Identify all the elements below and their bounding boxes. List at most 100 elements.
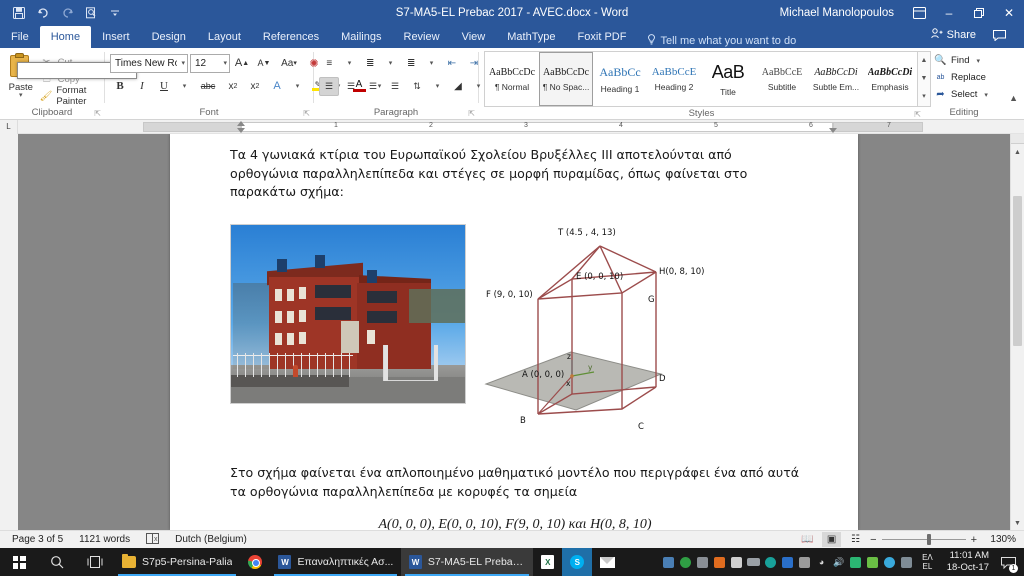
sync-icon[interactable] bbox=[847, 548, 864, 576]
scroll-up-arrow-icon[interactable]: ▲ bbox=[1011, 145, 1024, 159]
vertical-scrollbar[interactable]: ▲ ▼ bbox=[1010, 134, 1024, 530]
taskbar-item-mail[interactable] bbox=[592, 548, 623, 576]
chevron-down-icon[interactable]: ▾ bbox=[19, 92, 23, 99]
clipboard-dialog-launcher-icon[interactable]: ⇱ bbox=[94, 107, 101, 121]
paste-button[interactable]: Paste ▾ bbox=[5, 51, 137, 99]
style-subtitle[interactable]: AaBbCcE Subtitle bbox=[755, 52, 809, 106]
numbering-dropdown-icon[interactable]: ▾ bbox=[382, 54, 399, 73]
print-layout-icon[interactable]: ▣ bbox=[822, 532, 842, 547]
line-spacing-icon[interactable]: ⇅ bbox=[407, 77, 427, 96]
word-count-status[interactable]: 1121 words bbox=[71, 534, 138, 545]
tab-foxit-pdf[interactable]: Foxit PDF bbox=[567, 26, 638, 48]
multilevel-list-icon[interactable]: ≣ bbox=[401, 54, 421, 73]
account-name[interactable]: Michael Manolopoulos bbox=[780, 7, 894, 19]
document-paragraph-2[interactable]: Στο σχήμα φαίνεται ένα απλοποιημένο μαθη… bbox=[230, 464, 800, 501]
scroll-down-arrow-icon[interactable]: ▼ bbox=[1011, 516, 1024, 530]
decrease-indent-icon[interactable]: ⇤ bbox=[442, 54, 462, 73]
zoom-track[interactable] bbox=[881, 534, 966, 545]
taskbar-item-folder[interactable]: S7p5-Persina-Palia bbox=[114, 548, 240, 576]
network-icon[interactable] bbox=[898, 548, 915, 576]
tab-layout[interactable]: Layout bbox=[197, 26, 252, 48]
display-icon[interactable] bbox=[694, 548, 711, 576]
document-page[interactable]: Τα 4 γωνιακά κτίρια του Ευρωπαϊκού Σχολε… bbox=[170, 134, 858, 530]
align-left-icon[interactable]: ☰ bbox=[319, 76, 339, 96]
print-preview-icon[interactable] bbox=[80, 3, 102, 23]
share-button[interactable]: Share bbox=[930, 28, 976, 42]
ribbon-display-options-icon[interactable] bbox=[904, 0, 934, 26]
tab-file[interactable]: File bbox=[0, 26, 40, 48]
replace-button[interactable]: ab Replace bbox=[930, 69, 990, 86]
task-view-icon[interactable] bbox=[76, 548, 114, 576]
zoom-percentage[interactable]: 130% bbox=[982, 534, 1016, 545]
chevron-down-icon[interactable]: ▾ bbox=[976, 57, 980, 65]
dropbox-icon[interactable] bbox=[779, 548, 796, 576]
volume-icon[interactable]: 🔊 bbox=[830, 548, 847, 576]
action-center-icon[interactable]: 1 bbox=[996, 548, 1020, 576]
font-name-box[interactable]: Times New Ro ▾ bbox=[110, 53, 188, 73]
underline-icon[interactable]: U bbox=[154, 77, 174, 96]
superscript-icon[interactable]: x2 bbox=[245, 77, 265, 96]
underline-dropdown-icon[interactable]: ▾ bbox=[176, 77, 193, 96]
zoom-slider[interactable]: − + bbox=[870, 534, 977, 546]
horizontal-ruler[interactable]: 1 2 3 4 5 6 7 bbox=[23, 120, 1016, 133]
align-center-icon[interactable]: ☰ bbox=[341, 77, 361, 96]
select-button[interactable]: ➦ Select ▾ bbox=[930, 86, 992, 103]
font-dialog-launcher-icon[interactable]: ⇱ bbox=[303, 107, 310, 121]
wifi-icon[interactable]: ◕ bbox=[813, 548, 830, 576]
proofing-errors-icon[interactable]: x bbox=[138, 532, 167, 547]
bold-icon[interactable]: B bbox=[110, 77, 130, 96]
network-monitor-icon[interactable] bbox=[660, 548, 677, 576]
style-subtle-emphasis[interactable]: AaBbCcDі Subtle Em... bbox=[809, 52, 863, 106]
style-heading-2[interactable]: AaBbCcE Heading 2 bbox=[647, 52, 701, 106]
page-number-status[interactable]: Page 3 of 5 bbox=[4, 534, 71, 545]
zoom-in-button[interactable]: + bbox=[971, 534, 977, 546]
search-icon[interactable] bbox=[38, 548, 76, 576]
subscript-icon[interactable]: x2 bbox=[223, 77, 243, 96]
line-spacing-dropdown-icon[interactable]: ▾ bbox=[429, 77, 446, 96]
undo-icon[interactable] bbox=[32, 3, 54, 23]
read-mode-icon[interactable]: 📖 bbox=[798, 532, 817, 547]
first-line-indent-marker[interactable] bbox=[237, 120, 245, 126]
evernote-icon[interactable] bbox=[864, 548, 881, 576]
style-normal[interactable]: AaBbCcDc ¶ Normal bbox=[485, 52, 539, 106]
tab-references[interactable]: References bbox=[252, 26, 330, 48]
grow-font-icon[interactable]: A ▲ bbox=[232, 54, 252, 73]
style-title[interactable]: AaB Title bbox=[701, 52, 755, 106]
taskbar-item-chrome[interactable] bbox=[240, 548, 270, 576]
battery-small-icon[interactable] bbox=[745, 548, 762, 576]
language-status[interactable]: Dutch (Belgium) bbox=[167, 534, 255, 545]
chevron-down-icon[interactable]: ▾ bbox=[221, 59, 227, 67]
style-no-spacing[interactable]: AaBbCcDc ¶ No Spac... bbox=[539, 52, 593, 106]
taskbar-item-word-2[interactable]: W S7-MA5-EL Prebac ... bbox=[401, 548, 534, 576]
tell-me-box[interactable]: Tell me what you want to do bbox=[637, 34, 806, 48]
usb-icon[interactable] bbox=[728, 548, 745, 576]
align-right-icon[interactable]: ☰ bbox=[363, 77, 383, 96]
geometry-diagram[interactable]: T (4.5 , 4, 13) E (0, 0, 10) H(0, 8, 10)… bbox=[476, 224, 726, 444]
tab-mailings[interactable]: Mailings bbox=[330, 26, 392, 48]
collapse-ribbon-icon[interactable]: ▲ bbox=[1009, 93, 1018, 103]
style-heading-1[interactable]: AaBbCс Heading 1 bbox=[593, 52, 647, 106]
language-indicator[interactable]: EΛ EL bbox=[915, 553, 940, 571]
right-indent-marker[interactable] bbox=[829, 127, 837, 133]
shield-check-icon[interactable] bbox=[677, 548, 694, 576]
tab-insert[interactable]: Insert bbox=[91, 26, 141, 48]
redo-icon[interactable] bbox=[56, 3, 78, 23]
onedrive-icon[interactable] bbox=[762, 548, 779, 576]
web-layout-icon[interactable]: ☷ bbox=[846, 532, 865, 547]
tab-view[interactable]: View bbox=[451, 26, 497, 48]
shrink-font-icon[interactable]: A ▼ bbox=[254, 54, 274, 73]
taskbar-item-skype[interactable]: S bbox=[562, 548, 593, 576]
tab-review[interactable]: Review bbox=[393, 26, 451, 48]
hanging-indent-marker[interactable] bbox=[237, 127, 245, 133]
multilevel-list-dropdown-icon[interactable]: ▾ bbox=[423, 54, 440, 73]
taskbar-item-word-1[interactable]: W Επαναληπτικές Ασ... bbox=[270, 548, 401, 576]
windows-start-icon[interactable] bbox=[0, 548, 38, 576]
bullets-icon[interactable]: ≡ bbox=[319, 54, 339, 73]
shading-icon[interactable]: ◢ bbox=[448, 77, 468, 96]
tab-home[interactable]: Home bbox=[39, 26, 92, 48]
styles-gallery[interactable]: AaBbCcDc ¶ Normal AaBbCcDc ¶ No Spac... … bbox=[484, 51, 931, 107]
zoom-knob[interactable] bbox=[926, 534, 931, 545]
bullets-dropdown-icon[interactable]: ▾ bbox=[341, 54, 358, 73]
document-canvas[interactable]: Τα 4 γωνιακά κτίρια του Ευρωπαϊκού Σχολε… bbox=[18, 134, 1010, 530]
customize-quick-access-toolbar-icon[interactable] bbox=[104, 3, 126, 23]
